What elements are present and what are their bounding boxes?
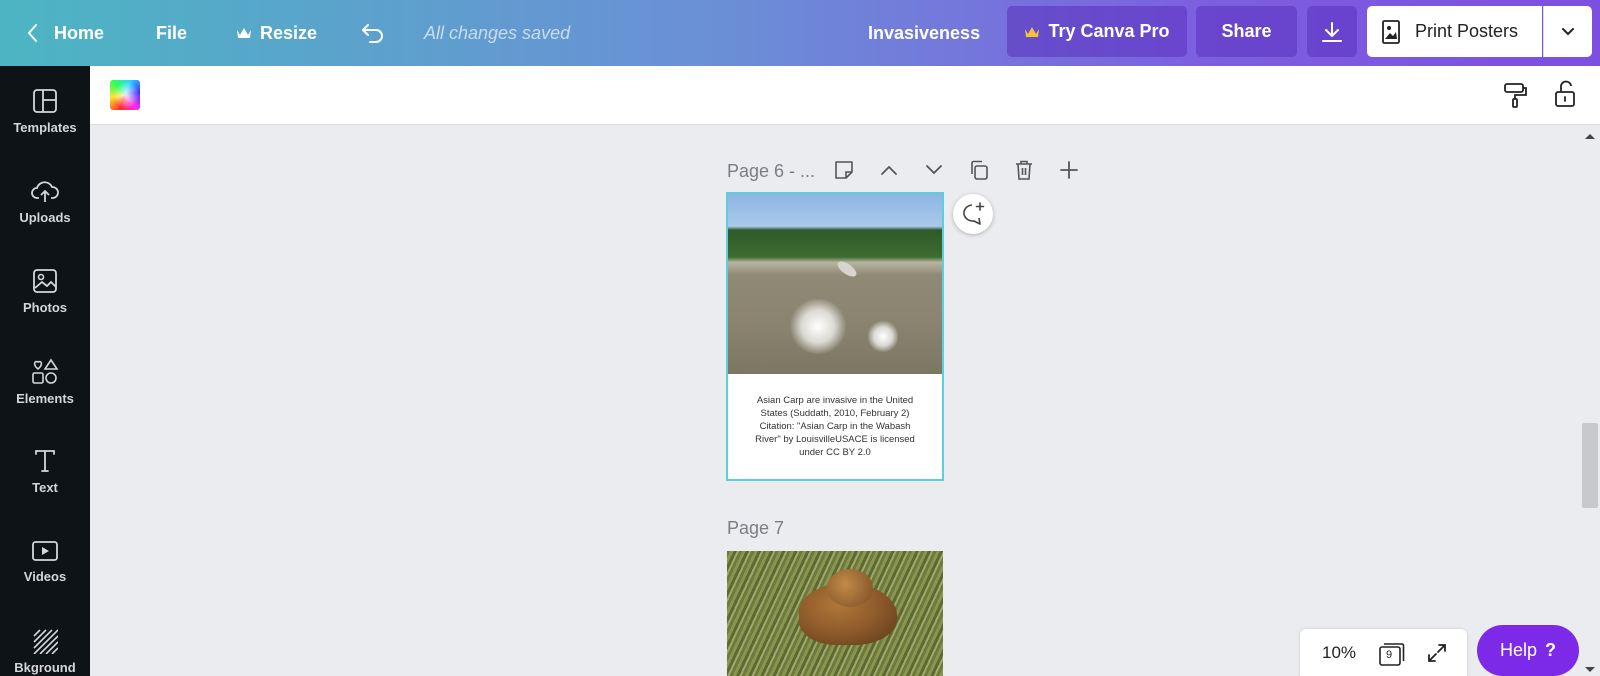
sticky-note-icon [835, 161, 853, 179]
try-pro-label: Try Canva Pro [1048, 21, 1170, 41]
upload-cloud-icon [31, 180, 59, 202]
chevron-left-icon [27, 24, 37, 42]
download-icon [1322, 21, 1342, 42]
duplicate-page-button[interactable] [967, 158, 991, 182]
save-status: All changes saved [424, 22, 571, 43]
photos-icon [33, 268, 57, 293]
page-count: 9 [1386, 649, 1393, 661]
lock-button[interactable] [1553, 80, 1577, 113]
water-splash [868, 319, 898, 354]
trash-icon [1016, 160, 1032, 180]
home-label: Home [54, 22, 105, 43]
sidebar-item-elements[interactable]: Elements [0, 336, 90, 426]
print-posters-button[interactable]: Print Posters [1367, 6, 1542, 57]
help-label: Help [1499, 640, 1538, 660]
sidebar-item-text[interactable]: Text [0, 426, 90, 516]
file-menu-button[interactable]: File [156, 0, 187, 66]
poster-icon [1382, 19, 1400, 44]
top-bar: Home File Resize All changes saved Invas… [0, 0, 1600, 66]
chevron-down-icon [1562, 27, 1574, 35]
water-splash [788, 299, 848, 354]
plus-icon [1060, 161, 1078, 179]
document-title[interactable]: Invasiveness [868, 0, 980, 66]
help-button[interactable]: Help ? [1477, 625, 1579, 676]
videos-icon [32, 540, 58, 561]
sidebar-label-uploads: Uploads [19, 209, 71, 225]
crown-icon [1025, 26, 1040, 37]
move-page-down-button[interactable] [922, 158, 946, 182]
zoom-level[interactable]: 10% [1322, 643, 1356, 663]
background-color-swatch[interactable] [110, 80, 140, 110]
text-icon [35, 449, 55, 472]
question-icon: ? [1545, 640, 1557, 660]
sidebar-label-templates: Templates [13, 119, 77, 135]
page-7-title[interactable]: Page 7 [727, 518, 784, 539]
background-icon [33, 628, 58, 654]
sidebar-item-photos[interactable]: Photos [0, 246, 90, 336]
home-button[interactable]: Home [26, 0, 104, 66]
sidebar-label-text: Text [32, 479, 58, 495]
elements-icon [32, 358, 59, 384]
page-6-canvas[interactable]: Asian Carp are invasive in the United St… [726, 192, 944, 481]
sidebar-label-background: Bkground [14, 659, 76, 675]
undo-button[interactable] [360, 0, 386, 66]
move-page-up-button[interactable] [877, 158, 901, 182]
cane-toad-head [827, 569, 873, 607]
scrollbar-thumb[interactable] [1582, 423, 1598, 508]
zoom-controls: 10% 9 [1300, 629, 1467, 676]
add-page-button[interactable] [1057, 158, 1081, 182]
scroll-up-arrow-icon [1585, 134, 1595, 139]
comment-add-icon [963, 202, 985, 225]
editor-toolbar [90, 66, 1600, 125]
templates-icon [33, 88, 57, 113]
crown-icon [237, 28, 251, 38]
sidebar-item-templates[interactable]: Templates [0, 66, 90, 156]
sidebar-item-uploads[interactable]: Uploads [0, 156, 90, 246]
scroll-down-arrow-icon [1585, 667, 1595, 672]
delete-page-button[interactable] [1012, 158, 1036, 182]
copy-icon [971, 160, 988, 180]
file-label: File [156, 22, 188, 43]
sidebar-label-photos: Photos [22, 299, 68, 315]
resize-button[interactable]: Resize [236, 0, 317, 66]
asian-carp-photo[interactable] [728, 194, 942, 374]
page-6-title[interactable]: Page 6 - ... [727, 155, 815, 187]
copy-style-button[interactable] [1503, 81, 1529, 114]
share-button[interactable]: Share [1196, 6, 1297, 57]
print-label: Print Posters [1415, 21, 1519, 41]
add-comment-button[interactable] [953, 194, 993, 234]
try-canva-pro-button[interactable]: Try Canva Pro [1007, 6, 1187, 57]
page-grid-button[interactable]: 9 [1378, 641, 1406, 666]
sidebar-label-videos: Videos [23, 568, 67, 584]
canvas-scrollbar[interactable] [1580, 130, 1600, 676]
download-button[interactable] [1307, 6, 1357, 57]
sidebar-label-elements: Elements [16, 390, 74, 406]
page-6-caption[interactable]: Asian Carp are invasive in the United St… [728, 394, 942, 459]
fullscreen-button[interactable] [1426, 642, 1448, 669]
paint-roller-icon [1504, 83, 1527, 108]
left-sidebar: Templates Uploads Photos Elements Text V… [0, 66, 90, 676]
chevron-down-icon [926, 165, 942, 175]
share-label: Share [1221, 21, 1272, 41]
expand-icon [1428, 644, 1446, 662]
resize-label: Resize [260, 22, 318, 43]
leaping-carp [835, 258, 859, 280]
sidebar-item-videos[interactable]: Videos [0, 516, 90, 606]
sidebar-item-background[interactable]: Bkground [0, 606, 90, 676]
page-7-canvas[interactable] [727, 551, 943, 676]
undo-icon [362, 24, 383, 43]
print-options-dropdown[interactable] [1543, 6, 1592, 57]
unlock-icon [1555, 80, 1575, 107]
chevron-up-icon [881, 165, 897, 175]
page-notes-button[interactable] [832, 158, 856, 182]
